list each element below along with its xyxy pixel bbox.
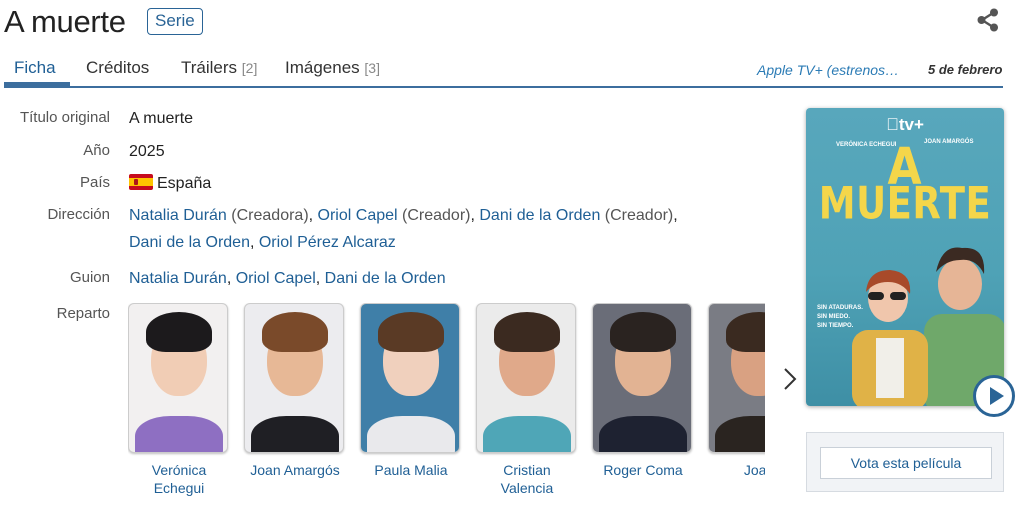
cast-name-line1: Joan — [743, 462, 765, 478]
type-badge: Serie — [147, 8, 203, 35]
cast-name-line1: Roger Coma — [603, 462, 683, 478]
director-link[interactable]: Oriol Capel — [318, 207, 398, 224]
cast-carousel: Verónica Echegui Joan Amargós Paula Malia… — [128, 303, 765, 508]
cast-name: Roger Coma — [592, 461, 694, 479]
release-date: 5 de febrero — [928, 62, 1003, 77]
direction-label: Dirección — [47, 206, 110, 223]
cast-name: Verónica Echegui — [128, 461, 230, 497]
cast-photo — [128, 303, 228, 453]
poster-brand-text: tv+ — [892, 115, 924, 134]
country-value: España — [129, 170, 211, 197]
director-link[interactable]: Natalia Durán — [129, 207, 227, 224]
active-tab-indicator — [4, 82, 70, 86]
cast-member[interactable]: Roger Coma — [592, 303, 694, 479]
poster-title-line2: MUERTE — [818, 177, 992, 230]
apple-logo-icon:  — [886, 115, 899, 134]
cast-label: Reparto — [56, 305, 110, 322]
cast-photo — [592, 303, 692, 453]
writer-link[interactable]: Oriol Capel — [236, 270, 316, 287]
tab-count: [2] — [241, 60, 258, 76]
tab-ficha[interactable]: Ficha — [14, 58, 56, 78]
cast-name: Cristian Valencia — [476, 461, 578, 497]
cast-member[interactable]: Joan Amargós — [244, 303, 346, 479]
cast-member[interactable]: Joan — [708, 303, 765, 479]
chevron-right-icon[interactable] — [780, 364, 800, 394]
tab-label: Ficha — [14, 58, 56, 77]
cast-photo — [360, 303, 460, 453]
cast-member[interactable]: Paula Malia — [360, 303, 462, 479]
director-role: (Creador) — [402, 207, 471, 224]
page-title: A muerte — [4, 4, 126, 39]
tab-count: [3] — [364, 60, 380, 76]
cast-name: Joan Amargós — [244, 461, 346, 479]
direction-value: Natalia Durán (Creadora), Oriol Capel (C… — [129, 207, 678, 251]
cast-name-line1: Verónica — [151, 462, 207, 478]
play-trailer-button[interactable] — [973, 375, 1015, 417]
platform-link[interactable]: Apple TV+ (estrenos… — [757, 62, 899, 78]
cast-photo — [244, 303, 344, 453]
tab-trailers[interactable]: Tráilers [2] — [181, 58, 257, 78]
original-title-label: Título original — [19, 109, 110, 126]
tab-creditos[interactable]: Créditos — [86, 58, 149, 78]
cast-name-line2: Echegui — [153, 480, 205, 496]
director-link[interactable]: Dani de la Orden — [479, 207, 600, 224]
original-title-value: A muerte — [129, 110, 194, 127]
year-label: Año — [83, 142, 110, 159]
poster-figure-left — [852, 270, 928, 406]
script-label: Guion — [69, 269, 110, 286]
tab-imagenes[interactable]: Imágenes [3] — [285, 58, 380, 78]
country-label: País — [79, 174, 110, 191]
tab-label: Imágenes — [285, 58, 360, 77]
writer-link[interactable]: Natalia Durán — [129, 270, 227, 287]
cast-member[interactable]: Verónica Echegui — [128, 303, 230, 497]
tab-label: Tráilers — [181, 58, 238, 77]
country-name: España — [157, 175, 212, 192]
director-role: (Creadora) — [231, 207, 309, 224]
cast-name-line2: Valencia — [500, 480, 554, 496]
cast-photo — [476, 303, 576, 453]
writer-link[interactable]: Dani de la Orden — [325, 270, 446, 287]
cast-member[interactable]: Cristian Valencia — [476, 303, 578, 497]
poster-brand: tv+ — [806, 115, 1004, 135]
director-link[interactable]: Oriol Pérez Alcaraz — [259, 234, 396, 251]
poster-image[interactable]: tv+ VERÓNICA ECHEGUI JOAN AMARGÓS A MUE… — [806, 108, 1004, 406]
cast-name-line1: Paula Malia — [374, 462, 448, 478]
director-role: (Creador) — [604, 207, 674, 224]
cast-name-line1: Cristian — [503, 462, 551, 478]
script-value: Natalia Durán, Oriol Capel, Dani de la O… — [129, 270, 446, 287]
cast-name-line1: Joan Amargós — [250, 462, 340, 478]
share-icon[interactable] — [975, 7, 1001, 33]
vote-button[interactable]: Vota esta película — [820, 447, 992, 479]
director-link[interactable]: Dani de la Orden — [129, 234, 250, 251]
spain-flag-icon — [129, 174, 153, 190]
cast-photo — [708, 303, 765, 453]
tab-bar: Ficha Créditos Tráilers [2] Imágenes [3]… — [4, 48, 1003, 88]
cast-name: Paula Malia — [360, 461, 462, 479]
play-icon — [978, 380, 1010, 412]
tab-label: Créditos — [86, 58, 150, 77]
vote-box: Vota esta película — [806, 432, 1004, 492]
title-row: A muerte Serie — [0, 0, 1024, 46]
cast-name: Joan — [708, 461, 765, 479]
year-value: 2025 — [129, 143, 165, 160]
